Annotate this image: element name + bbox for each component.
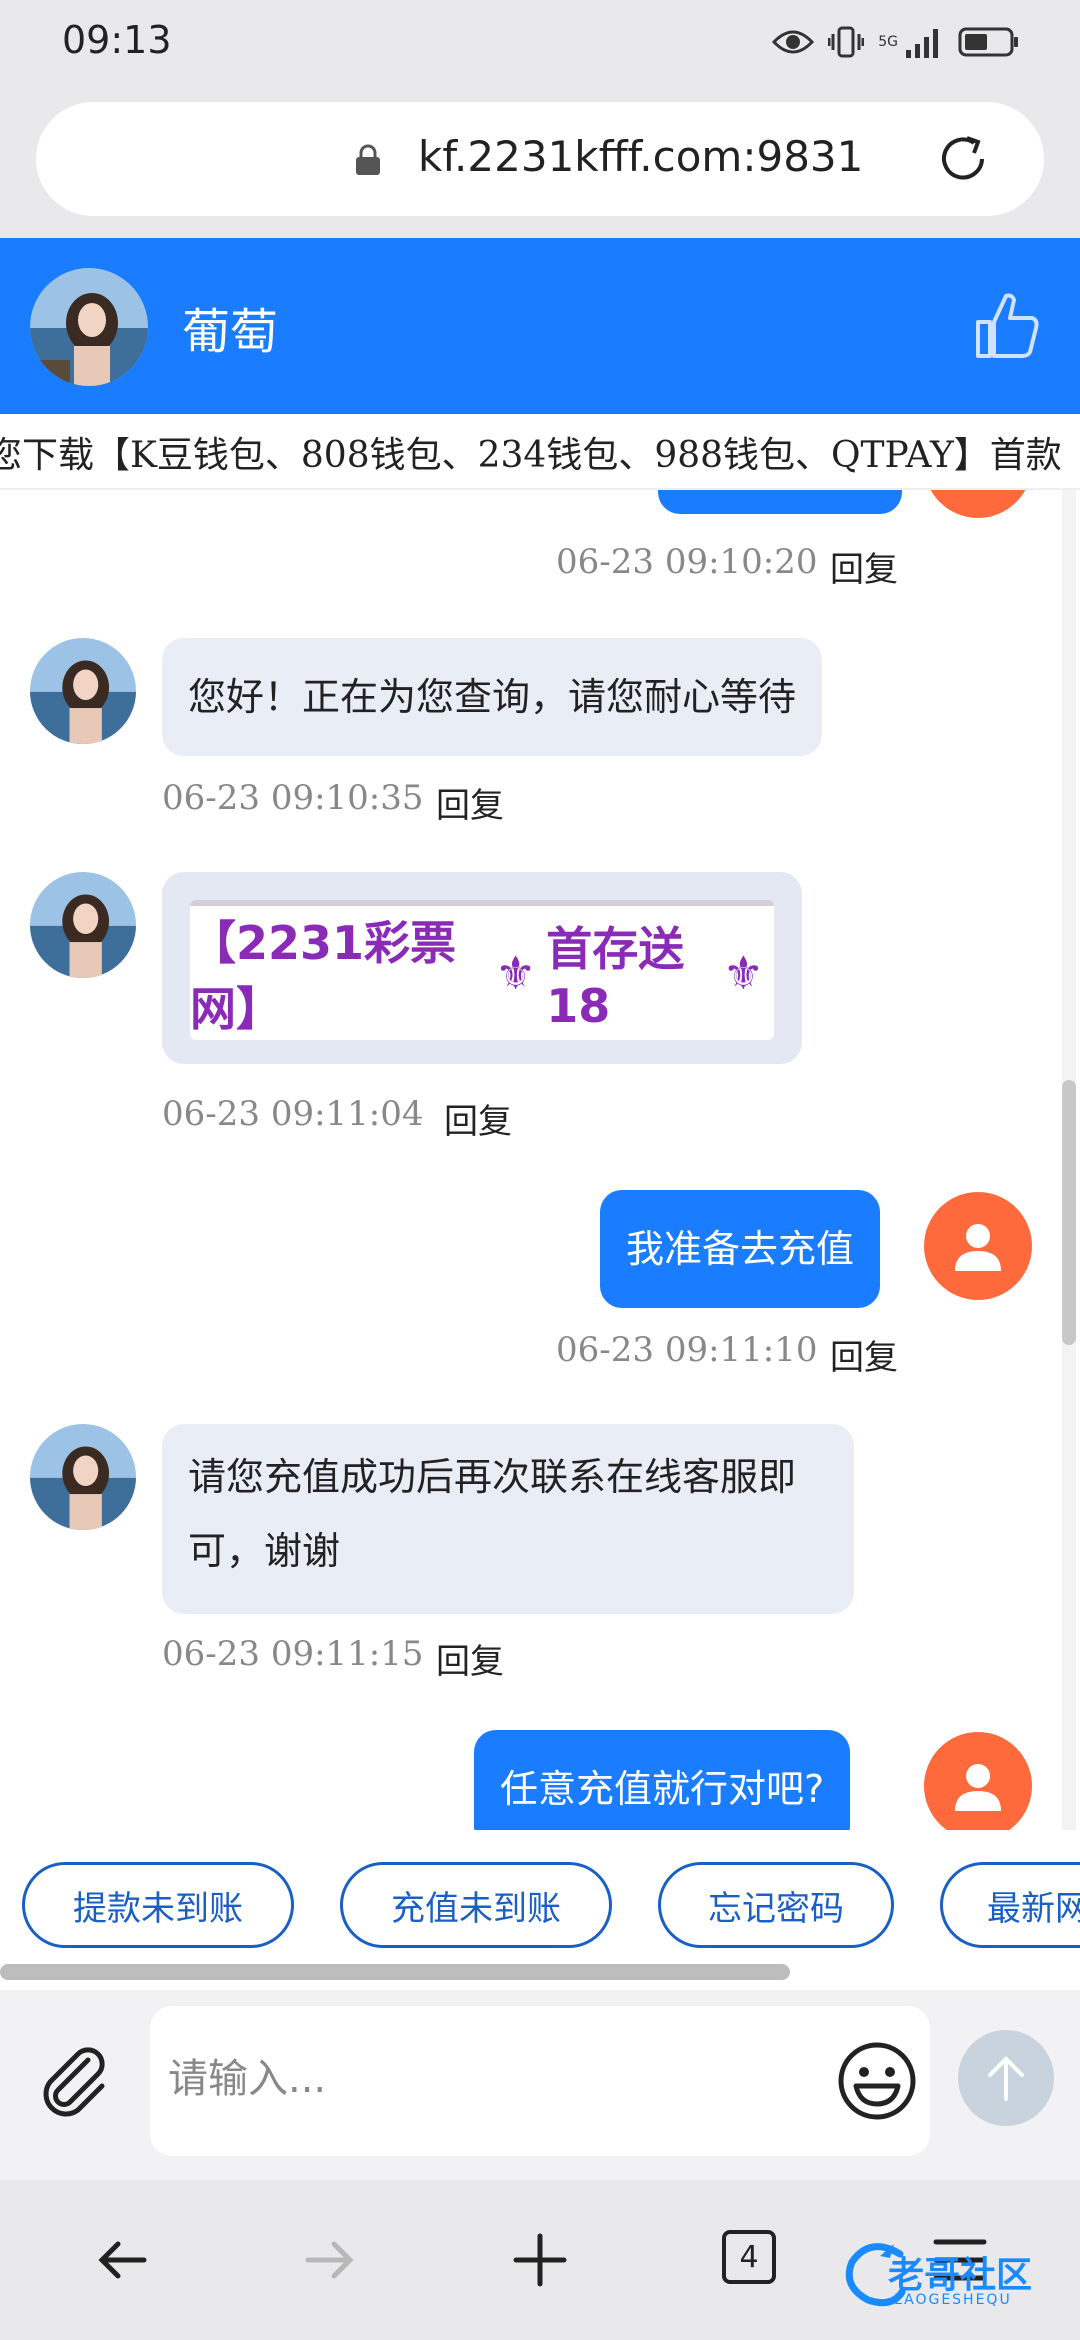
vibrate-icon bbox=[828, 26, 865, 58]
quick-reply-withdraw[interactable]: 提款未到账 bbox=[22, 1862, 294, 1948]
chat-title: 葡萄 bbox=[182, 304, 279, 360]
thumbs-up-icon[interactable] bbox=[974, 290, 1040, 360]
user-avatar bbox=[924, 490, 1032, 518]
back-icon[interactable] bbox=[92, 2230, 152, 2290]
message-time: 06-23 09:11:15 bbox=[162, 1634, 424, 1674]
message-bubble-user[interactable] bbox=[658, 490, 902, 514]
agent-avatar-small bbox=[30, 872, 136, 978]
network-type: 5G bbox=[878, 34, 898, 50]
user-avatar bbox=[924, 1732, 1032, 1830]
reload-icon[interactable] bbox=[934, 130, 992, 188]
emoji-icon[interactable] bbox=[834, 2038, 920, 2124]
vertical-scrollbar[interactable] bbox=[1062, 1080, 1076, 1345]
url-text[interactable]: kf.2231kfff.com:9831 bbox=[418, 132, 863, 181]
quick-reply-latest-url[interactable]: 最新网 bbox=[940, 1862, 1080, 1948]
browser-toolbar: kf.2231kfff.com:9831 bbox=[0, 88, 1080, 238]
message-time: 06-23 09:11:04 bbox=[162, 1094, 424, 1134]
lock-icon bbox=[356, 144, 380, 175]
chat-header: 葡萄 bbox=[0, 238, 1080, 414]
message-field[interactable] bbox=[150, 2006, 930, 2156]
message-image-agent[interactable]: 【2231彩票网】 ⚜ 首存送18 ⚜ bbox=[162, 872, 802, 1064]
agent-avatar-small bbox=[30, 1424, 136, 1530]
message-time: 06-23 09:10:35 bbox=[162, 778, 424, 818]
message-line: 请您充值成功后再次联系在线客服即 bbox=[188, 1455, 797, 1499]
new-tab-icon[interactable] bbox=[510, 2230, 570, 2290]
signal-icon bbox=[906, 29, 938, 58]
arrow-up-icon bbox=[988, 2056, 1024, 2101]
eye-icon bbox=[772, 30, 815, 54]
quick-reply-forgot-password[interactable]: 忘记密码 bbox=[658, 1862, 894, 1948]
battery-icon bbox=[958, 27, 1018, 57]
address-bar[interactable]: kf.2231kfff.com:9831 bbox=[36, 102, 1044, 216]
status-bar: 09:13 5G bbox=[0, 0, 1080, 88]
person-icon bbox=[955, 1764, 1001, 1811]
message-bubble-agent[interactable]: 您好！正在为您查询，请您耐心等待 bbox=[162, 638, 823, 756]
site-watermark: 老哥社区 LAOGESHEQU bbox=[840, 2236, 1070, 2326]
watermark-subtext: LAOGESHEQU bbox=[894, 2292, 1012, 2308]
user-avatar bbox=[924, 1192, 1032, 1300]
message-line: 可，谢谢 bbox=[188, 1529, 341, 1573]
fleur-de-lis-icon: ⚜ bbox=[495, 946, 537, 1000]
message-bubble-user[interactable]: 我准备去充值 bbox=[600, 1190, 881, 1308]
agent-avatar-small bbox=[30, 638, 136, 744]
horizontal-scrollbar[interactable] bbox=[0, 1964, 790, 1980]
marquee-text: 您下载【K豆钱包、808钱包、234钱包、988钱包、QTPAY】首款 bbox=[0, 435, 1062, 476]
promo-text-2: 首存送18 bbox=[546, 922, 685, 1033]
promo-banner[interactable]: 【2231彩票网】 ⚜ 首存送18 ⚜ bbox=[190, 900, 774, 1040]
reply-link[interactable]: 回复 bbox=[830, 542, 898, 591]
agent-avatar bbox=[30, 268, 148, 386]
watermark-text: 老哥社区 bbox=[888, 2255, 1033, 2296]
forward-icon[interactable] bbox=[300, 2230, 360, 2290]
tabs-count: 4 bbox=[739, 2239, 759, 2275]
reply-link[interactable]: 回复 bbox=[444, 1094, 512, 1143]
announcement-marquee: 您下载【K豆钱包、808钱包、234钱包、988钱包、QTPAY】首款 bbox=[0, 414, 1080, 490]
status-time: 09:13 bbox=[62, 18, 172, 62]
quick-reply-deposit[interactable]: 充值未到账 bbox=[340, 1862, 612, 1948]
reply-link[interactable]: 回复 bbox=[436, 1634, 504, 1683]
reply-link[interactable]: 回复 bbox=[830, 1330, 898, 1379]
message-input-bar bbox=[0, 1990, 1080, 2180]
message-time: 06-23 09:10:20 bbox=[556, 542, 818, 582]
chat-messages[interactable]: 06-23 09:10:20 回复 您好！正在为您查询，请您耐心等待 06-23… bbox=[0, 490, 1080, 1830]
promo-text-1: 【2231彩票网】 bbox=[190, 916, 457, 1036]
attachment-icon[interactable] bbox=[36, 2042, 116, 2122]
status-icons: 5G bbox=[772, 20, 1020, 64]
person-icon bbox=[955, 1224, 1001, 1271]
tabs-button[interactable]: 4 bbox=[722, 2230, 776, 2284]
message-time: 06-23 09:11:10 bbox=[556, 1330, 818, 1370]
fleur-de-lis-icon: ⚜ bbox=[722, 946, 764, 1000]
message-bubble-agent[interactable]: 请您充值成功后再次联系在线客服即 可，谢谢 bbox=[162, 1424, 854, 1614]
send-button[interactable] bbox=[958, 2030, 1054, 2126]
message-bubble-user[interactable]: 任意充值就行对吧? bbox=[474, 1730, 851, 1830]
reply-link[interactable]: 回复 bbox=[436, 778, 504, 827]
message-input[interactable] bbox=[166, 2046, 790, 2112]
